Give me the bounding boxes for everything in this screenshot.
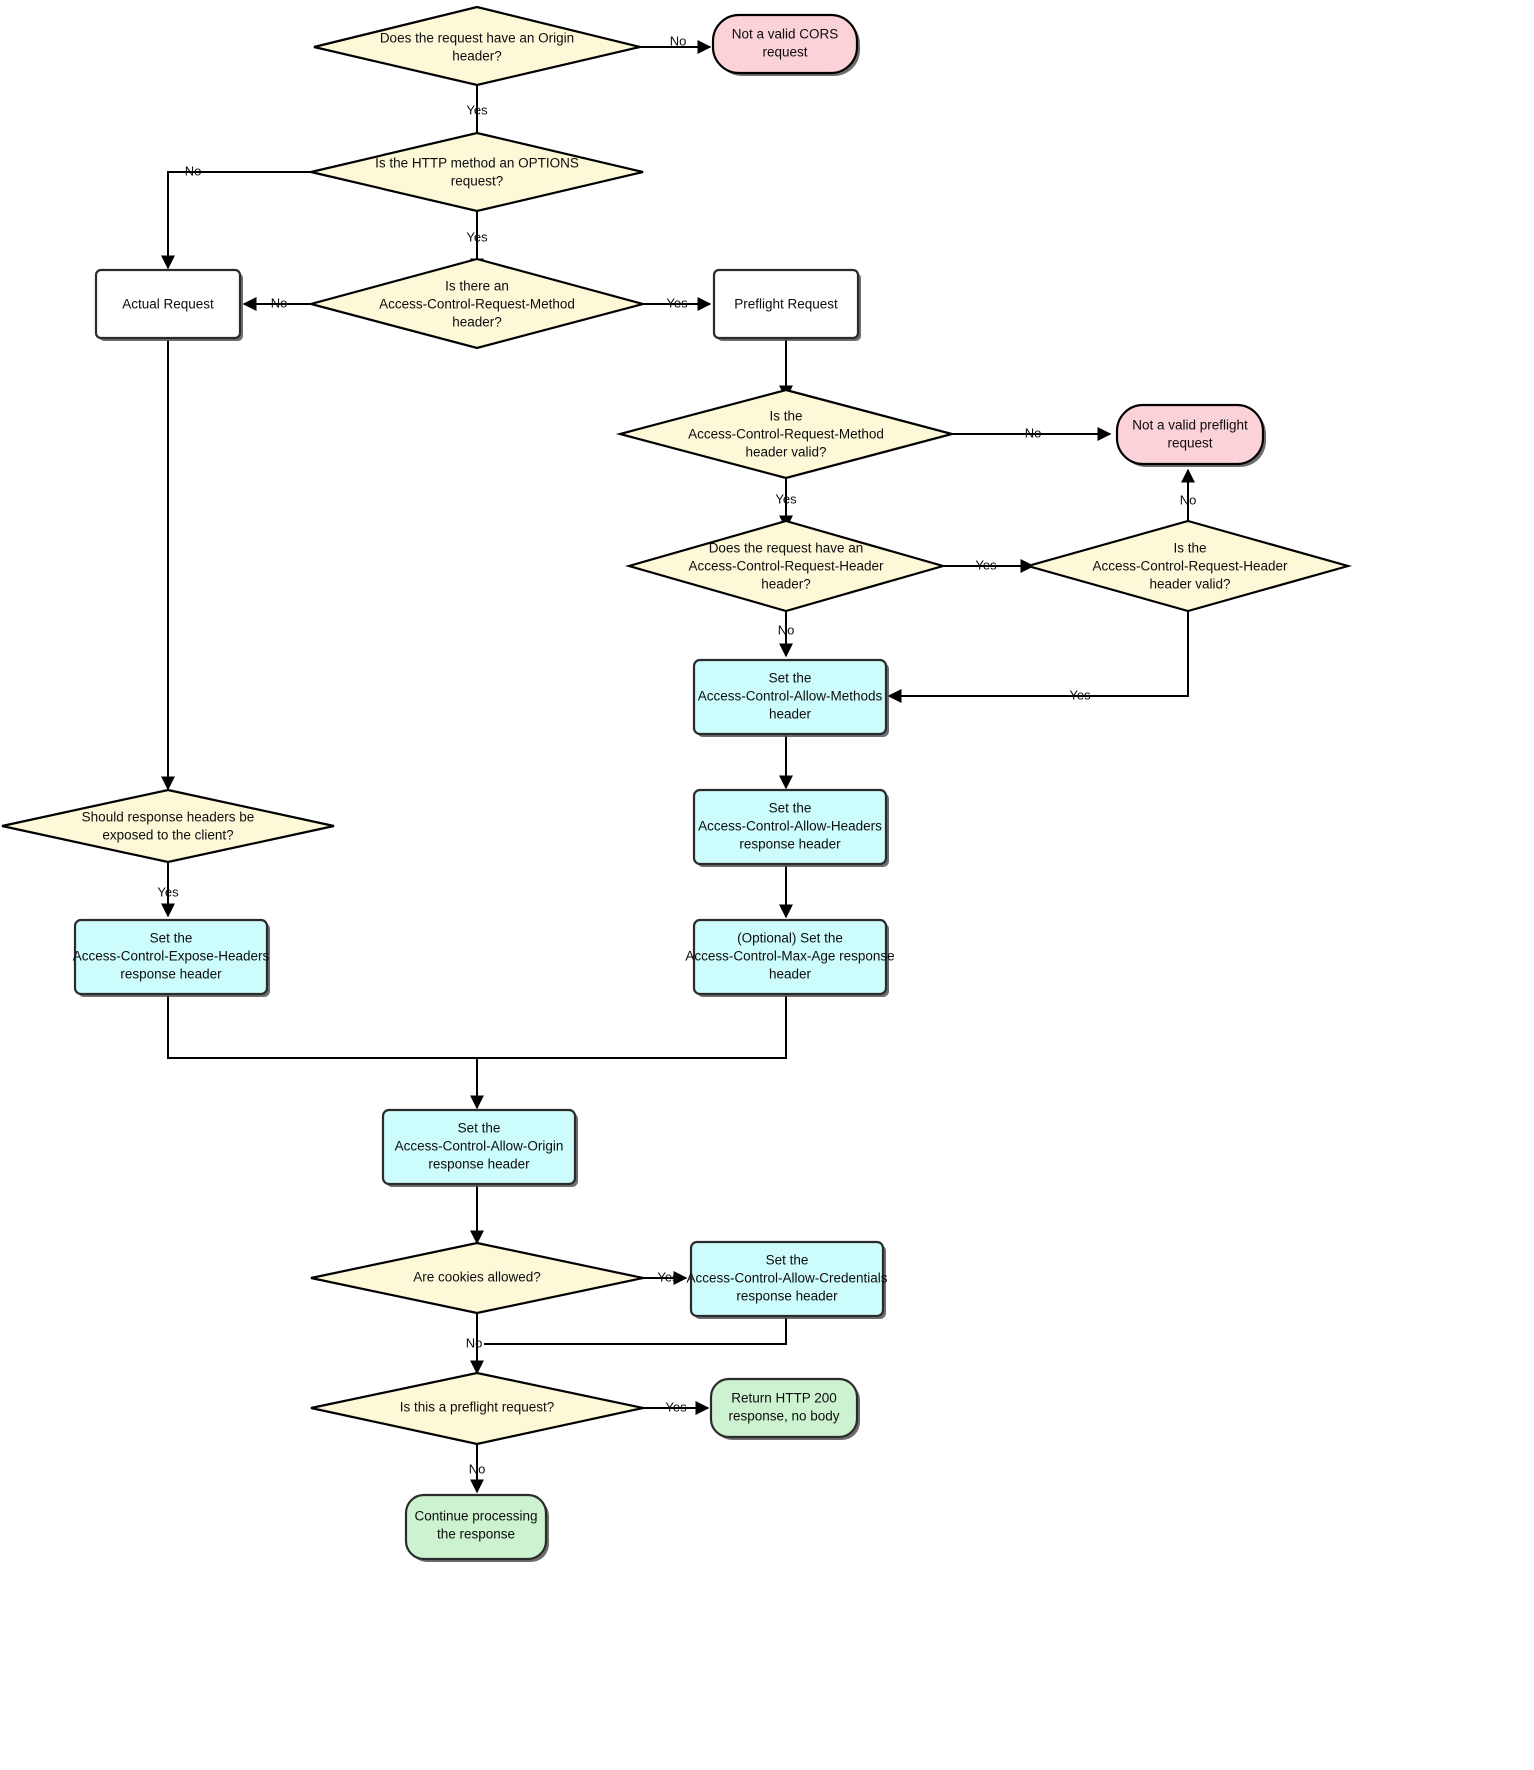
edge-label-acrm-valid-yes: Yes bbox=[775, 491, 797, 506]
node-not-valid-cors-line-0: Not a valid CORS bbox=[732, 27, 839, 42]
node-set-allow-credentials-line-0: Set the bbox=[766, 1253, 809, 1268]
edge-label-acrm-valid-no: No bbox=[1025, 425, 1042, 440]
node-set-allow-headers-line-2: response header bbox=[739, 837, 841, 852]
node-preflight-request[interactable]: Preflight Request bbox=[712, 268, 861, 341]
edge-label-options-no: No bbox=[185, 163, 202, 178]
edge-label-preflight-no: No bbox=[469, 1461, 486, 1476]
node-origin-header-line-1: header? bbox=[452, 49, 502, 64]
node-set-allow-credentials[interactable]: Set the Access-Control-Allow-Credentials… bbox=[686, 1240, 888, 1319]
node-acrh-valid-line-2: header valid? bbox=[1149, 577, 1230, 592]
node-acrm-valid-line-2: header valid? bbox=[745, 445, 826, 460]
node-acrh-present[interactable]: Does the request have an Access-Control-… bbox=[625, 519, 947, 613]
node-set-expose-headers-line-0: Set the bbox=[150, 931, 193, 946]
node-continue-processing-line-1: the response bbox=[437, 1527, 515, 1542]
edge-label-acrm-present-yes: Yes bbox=[666, 295, 688, 310]
node-set-expose-headers[interactable]: Set the Access-Control-Expose-Headers re… bbox=[73, 918, 270, 997]
node-set-allow-headers-line-1: Access-Control-Allow-Headers bbox=[698, 819, 882, 834]
node-return-200[interactable]: Return HTTP 200 response, no body bbox=[709, 1377, 860, 1440]
node-expose-q-line-0: Should response headers be bbox=[82, 810, 255, 825]
flowchart-svg: No Yes No Yes No Yes No Yes Yes No No Ye… bbox=[1, 5, 1353, 1562]
node-not-valid-preflight[interactable]: Not a valid preflight request bbox=[1115, 403, 1266, 467]
edge-label-options-yes: Yes bbox=[466, 229, 488, 244]
node-continue-processing-line-0: Continue processing bbox=[414, 1509, 537, 1524]
node-set-allow-origin-line-2: response header bbox=[428, 1157, 530, 1172]
node-acrm-valid-line-0: Is the bbox=[769, 409, 802, 424]
edge-label-preflight-yes: Yes bbox=[665, 1399, 687, 1414]
node-actual-request[interactable]: Actual Request bbox=[94, 268, 243, 341]
node-actual-request-line-0: Actual Request bbox=[122, 297, 214, 312]
edge-label-cookies-yes: Yes bbox=[657, 1269, 679, 1284]
node-acrh-valid-line-0: Is the bbox=[1173, 541, 1206, 556]
node-not-valid-preflight-line-0: Not a valid preflight bbox=[1132, 418, 1248, 433]
node-options-method-line-1: request? bbox=[451, 174, 504, 189]
node-set-allow-methods[interactable]: Set the Access-Control-Allow-Methods hea… bbox=[692, 658, 889, 737]
node-acrm-present-line-2: header? bbox=[452, 315, 502, 330]
edge-acrh-valid-yes bbox=[887, 602, 1189, 703]
edge-labels-layer: No Yes No Yes No Yes No Yes Yes No No Ye… bbox=[157, 33, 1196, 1476]
node-acrh-present-line-0: Does the request have an bbox=[709, 541, 864, 556]
node-is-preflight[interactable]: Is this a preflight request? bbox=[310, 1371, 644, 1446]
edge-label-acrm-present-no: No bbox=[271, 295, 288, 310]
node-set-max-age-line-2: header bbox=[769, 967, 812, 982]
node-set-max-age-line-1: Access-Control-Max-Age response bbox=[685, 949, 894, 964]
node-acrm-present-line-1: Access-Control-Request-Method bbox=[379, 297, 575, 312]
node-set-expose-headers-line-2: response header bbox=[120, 967, 222, 982]
node-not-valid-cors[interactable]: Not a valid CORS request bbox=[711, 13, 860, 76]
node-acrh-valid-line-1: Access-Control-Request-Header bbox=[1092, 559, 1288, 574]
flowchart-canvas: No Yes No Yes No Yes No Yes Yes No No Ye… bbox=[0, 0, 1534, 1770]
node-origin-header-line-0: Does the request have an Origin bbox=[380, 31, 574, 46]
node-is-preflight-line-0: Is this a preflight request? bbox=[400, 1400, 555, 1415]
node-set-allow-credentials-line-1: Access-Control-Allow-Credentials bbox=[686, 1271, 887, 1286]
node-set-allow-origin-line-1: Access-Control-Allow-Origin bbox=[395, 1139, 564, 1154]
node-return-200-line-0: Return HTTP 200 bbox=[731, 1391, 837, 1406]
node-acrm-valid-line-1: Access-Control-Request-Method bbox=[688, 427, 884, 442]
node-acrm-present[interactable]: Is there an Access-Control-Request-Metho… bbox=[306, 257, 648, 350]
node-options-method-line-0: Is the HTTP method an OPTIONS bbox=[375, 156, 579, 171]
edge-label-origin-no: No bbox=[670, 33, 687, 48]
node-set-expose-headers-line-1: Access-Control-Expose-Headers bbox=[73, 949, 270, 964]
node-not-valid-cors-line-1: request bbox=[762, 45, 807, 60]
node-acrh-present-line-2: header? bbox=[761, 577, 811, 592]
node-set-max-age-line-0: (Optional) Set the bbox=[737, 931, 843, 946]
node-acrm-valid[interactable]: Is the Access-Control-Request-Method hea… bbox=[615, 388, 957, 480]
edge-merge-bus bbox=[167, 993, 787, 1059]
edge-label-cookies-no: No bbox=[466, 1335, 483, 1350]
node-set-allow-headers[interactable]: Set the Access-Control-Allow-Headers res… bbox=[692, 788, 889, 867]
node-acrh-present-line-1: Access-Control-Request-Header bbox=[688, 559, 884, 574]
node-set-allow-methods-line-0: Set the bbox=[769, 671, 812, 686]
node-options-method[interactable]: Is the HTTP method an OPTIONS request? bbox=[310, 131, 644, 213]
node-not-valid-preflight-line-1: request bbox=[1167, 436, 1212, 451]
node-cookies-allowed[interactable]: Are cookies allowed? bbox=[310, 1241, 644, 1315]
node-set-allow-origin-line-0: Set the bbox=[458, 1121, 501, 1136]
node-set-max-age[interactable]: (Optional) Set the Access-Control-Max-Ag… bbox=[685, 918, 895, 997]
node-expose-headers-question[interactable]: Should response headers be exposed to th… bbox=[1, 788, 335, 864]
node-acrh-valid[interactable]: Is the Access-Control-Request-Header hea… bbox=[1023, 519, 1353, 613]
edge-options-no bbox=[161, 171, 312, 270]
node-return-200-line-1: response, no body bbox=[728, 1409, 839, 1424]
edge-label-expose-yes: Yes bbox=[157, 884, 179, 899]
node-continue-processing[interactable]: Continue processing the response bbox=[404, 1493, 549, 1562]
edge-label-acrh-present-no: No bbox=[778, 622, 795, 637]
node-set-allow-origin[interactable]: Set the Access-Control-Allow-Origin resp… bbox=[381, 1108, 578, 1187]
node-origin-header[interactable]: Does the request have an Origin header? bbox=[313, 5, 641, 87]
edge-credentials-merge bbox=[484, 1316, 787, 1345]
node-expose-q-line-1: exposed to the client? bbox=[102, 828, 233, 843]
node-preflight-request-line-0: Preflight Request bbox=[734, 297, 838, 312]
edge-label-acrh-present-yes: Yes bbox=[975, 557, 997, 572]
node-set-allow-headers-line-0: Set the bbox=[769, 801, 812, 816]
node-set-allow-credentials-line-2: response header bbox=[736, 1289, 838, 1304]
node-cookies-allowed-line-0: Are cookies allowed? bbox=[413, 1270, 541, 1285]
edge-label-acrh-valid-yes: Yes bbox=[1069, 687, 1091, 702]
node-set-allow-methods-line-2: header bbox=[769, 707, 812, 722]
node-set-allow-methods-line-1: Access-Control-Allow-Methods bbox=[698, 689, 883, 704]
edge-label-origin-yes: Yes bbox=[466, 102, 488, 117]
edge-label-acrh-valid-no: No bbox=[1180, 492, 1197, 507]
node-acrm-present-line-0: Is there an bbox=[445, 279, 509, 294]
